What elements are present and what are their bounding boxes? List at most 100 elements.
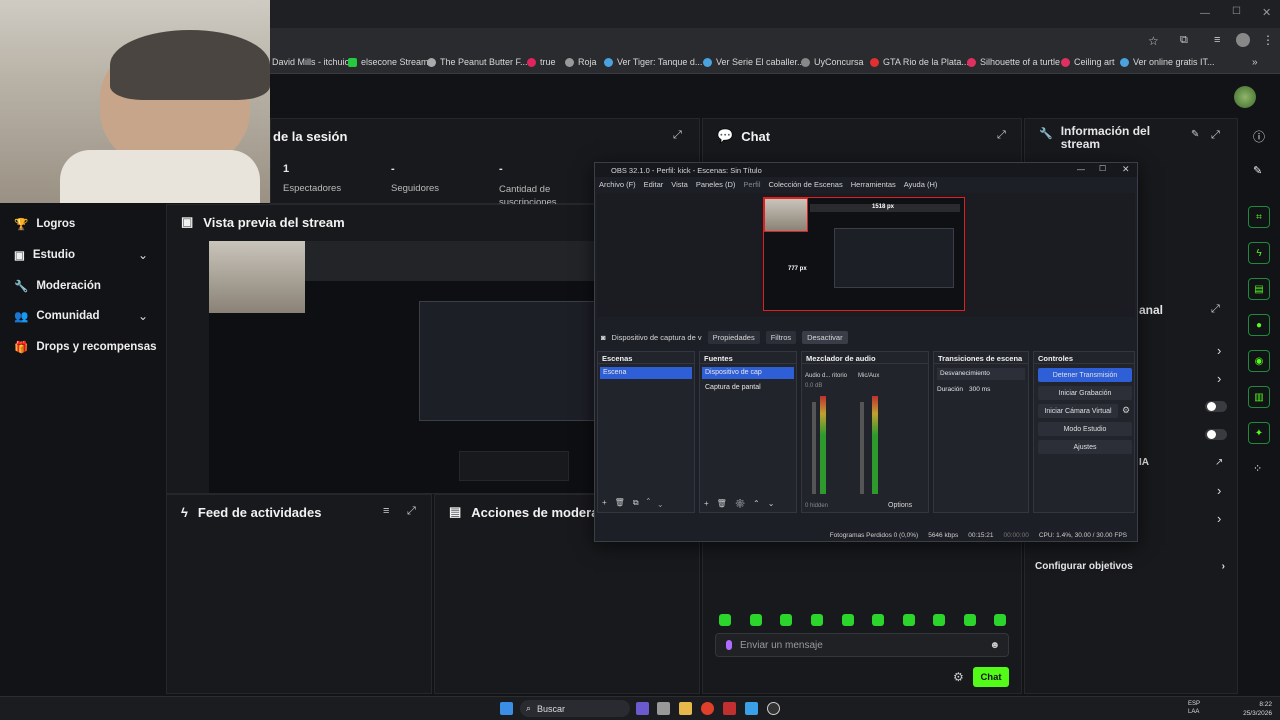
- bookmark[interactable]: David Mills - itchuio: [272, 57, 350, 67]
- obs-preview-canvas[interactable]: 1518 px 777 px: [597, 193, 1135, 317]
- extensions-icon[interactable]: ⧉: [1180, 34, 1188, 47]
- send-chat-button[interactable]: Chat: [973, 667, 1009, 687]
- expand-icon[interactable]: ⤢: [1211, 129, 1220, 142]
- menu-item[interactable]: Colección de Escenas: [769, 180, 843, 189]
- emote-icon[interactable]: [811, 614, 823, 626]
- app-icon[interactable]: [636, 702, 649, 715]
- obs-icon[interactable]: [767, 702, 780, 715]
- user-avatar[interactable]: [1234, 86, 1256, 108]
- minimize-icon[interactable]: —: [1077, 165, 1085, 174]
- duration-input[interactable]: 300 ms: [969, 386, 990, 393]
- emote-icon[interactable]: [842, 614, 854, 626]
- stream-preview-video[interactable]: [209, 241, 597, 493]
- emote-icon[interactable]: [903, 614, 915, 626]
- toggle-switch[interactable]: [1205, 401, 1227, 412]
- emote-icon[interactable]: [964, 614, 976, 626]
- bookmark[interactable]: Roja: [565, 57, 597, 67]
- bookmark[interactable]: Silhouette of a turtle: [967, 57, 1060, 67]
- chevron-down-icon[interactable]: ⌄: [138, 309, 148, 323]
- scan-icon[interactable]: ⌗: [1248, 206, 1270, 228]
- edit-icon[interactable]: ✎: [1191, 129, 1199, 140]
- menu-item[interactable]: Paneles (D): [696, 180, 736, 189]
- pen-icon[interactable]: ✎: [1253, 164, 1262, 177]
- chevron-down-icon[interactable]: ⌄: [138, 248, 148, 262]
- bookmark[interactable]: The Peanut Butter F...: [427, 57, 528, 67]
- bolt-icon[interactable]: ϟ: [1248, 242, 1270, 264]
- scene-item[interactable]: Escena: [600, 367, 692, 379]
- menu-item[interactable]: Editar: [644, 180, 664, 189]
- transition-select[interactable]: Desvanecimiento: [937, 368, 1025, 380]
- bookmark[interactable]: UyConcursa: [801, 57, 864, 67]
- app-icon[interactable]: [657, 702, 670, 715]
- chevron-right-icon[interactable]: »: [1252, 57, 1258, 68]
- virtual-camera-button[interactable]: Iniciar Cámara Virtual: [1038, 404, 1118, 418]
- emote-icon[interactable]: [750, 614, 762, 626]
- chevron-right-icon[interactable]: ›: [1217, 343, 1221, 358]
- app-icon[interactable]: [723, 702, 736, 715]
- media-icon[interactable]: ≡: [1214, 34, 1220, 46]
- dots-icon[interactable]: ⁘: [1253, 462, 1262, 475]
- sidebar-item-estudio[interactable]: ▣ Estudio: [14, 248, 75, 262]
- profile-icon[interactable]: [1236, 33, 1250, 47]
- bookmark[interactable]: elsecone Stream: [348, 57, 429, 67]
- info-icon[interactable]: ⓘ: [1253, 128, 1265, 145]
- bookmark[interactable]: GTA Rio de la Plata...: [870, 57, 969, 67]
- chat-input[interactable]: Enviar un mensaje ☻: [715, 633, 1009, 657]
- taskbar-search[interactable]: ⌕ Buscar: [520, 700, 630, 717]
- gear-icon[interactable]: ⚙: [1122, 405, 1130, 416]
- bookmark[interactable]: true: [527, 57, 556, 67]
- source-item[interactable]: Dispositivo de cap: [702, 367, 794, 379]
- filters-button[interactable]: Filtros: [765, 330, 797, 344]
- language-indicator[interactable]: ESP LAA: [1188, 700, 1200, 716]
- sidebar-item-moderacion[interactable]: 🔧 Moderación: [14, 279, 101, 293]
- chevron-right-icon[interactable]: ›: [1217, 511, 1221, 526]
- emote-icon[interactable]: [719, 614, 731, 626]
- deactivate-button[interactable]: Desactivar: [802, 330, 848, 344]
- star-bookmark-icon[interactable]: ☆: [1148, 34, 1159, 48]
- doc-icon[interactable]: ▤: [1248, 278, 1270, 300]
- chevron-right-icon[interactable]: ›: [1217, 483, 1221, 498]
- expand-icon[interactable]: ⤢: [673, 129, 682, 142]
- bookmark[interactable]: Ver Serie El caballer...: [703, 57, 805, 67]
- sidebar-item-drops[interactable]: 🎁 Drops y recompensas: [14, 340, 157, 354]
- expand-icon[interactable]: ⤢: [407, 505, 416, 518]
- volume-slider[interactable]: [812, 402, 816, 494]
- properties-button[interactable]: Propiedades: [707, 330, 760, 344]
- maximize-icon[interactable]: ☐: [1099, 164, 1106, 173]
- configure-goals-row[interactable]: Configurar objetivos ›: [1035, 561, 1225, 572]
- toggle-switch[interactable]: [1205, 429, 1227, 440]
- expand-icon[interactable]: ⤢: [997, 129, 1006, 142]
- settings-button[interactable]: Ajustes: [1038, 440, 1132, 454]
- minimize-window-icon[interactable]: —: [1200, 8, 1210, 19]
- stop-stream-button[interactable]: Detener Transmisión: [1038, 368, 1132, 382]
- menu-item[interactable]: Herramientas: [851, 180, 896, 189]
- volume-slider[interactable]: [860, 402, 864, 494]
- menu-item[interactable]: Archivo (F): [599, 180, 636, 189]
- menu-item[interactable]: Ayuda (H): [904, 180, 938, 189]
- menu-item[interactable]: Perfil: [743, 180, 760, 189]
- expand-icon[interactable]: ⤢: [1211, 303, 1220, 316]
- clock[interactable]: 8:22 25/3/2026: [1236, 700, 1272, 718]
- emote-icon[interactable]: [994, 614, 1006, 626]
- emote-icon[interactable]: [933, 614, 945, 626]
- emote-icon[interactable]: [780, 614, 792, 626]
- chevron-right-icon[interactable]: ›: [1217, 371, 1221, 386]
- bookmark[interactable]: Ceiling art: [1061, 57, 1115, 67]
- menu-item[interactable]: Vista: [671, 180, 688, 189]
- close-icon[interactable]: ✕: [1122, 164, 1130, 175]
- studio-mode-button[interactable]: Modo Estudio: [1038, 422, 1132, 436]
- windows-start-icon[interactable]: [500, 702, 513, 715]
- chart-icon[interactable]: ↗: [1215, 457, 1223, 468]
- sidebar-item-logros[interactable]: 🏆 Logros: [14, 217, 75, 231]
- maximize-window-icon[interactable]: ☐: [1232, 6, 1241, 17]
- chat-icon[interactable]: ●: [1248, 314, 1270, 336]
- emote-icon[interactable]: [872, 614, 884, 626]
- source-item[interactable]: Captura de pantal: [702, 382, 794, 394]
- emoji-icon[interactable]: ☻: [989, 640, 1000, 651]
- close-window-icon[interactable]: ✕: [1262, 6, 1271, 19]
- chrome-icon[interactable]: [701, 702, 714, 715]
- options-button[interactable]: Options: [888, 502, 912, 509]
- folder-icon[interactable]: [679, 702, 692, 715]
- app-icon[interactable]: [745, 702, 758, 715]
- filter-icon[interactable]: ≡: [383, 505, 389, 517]
